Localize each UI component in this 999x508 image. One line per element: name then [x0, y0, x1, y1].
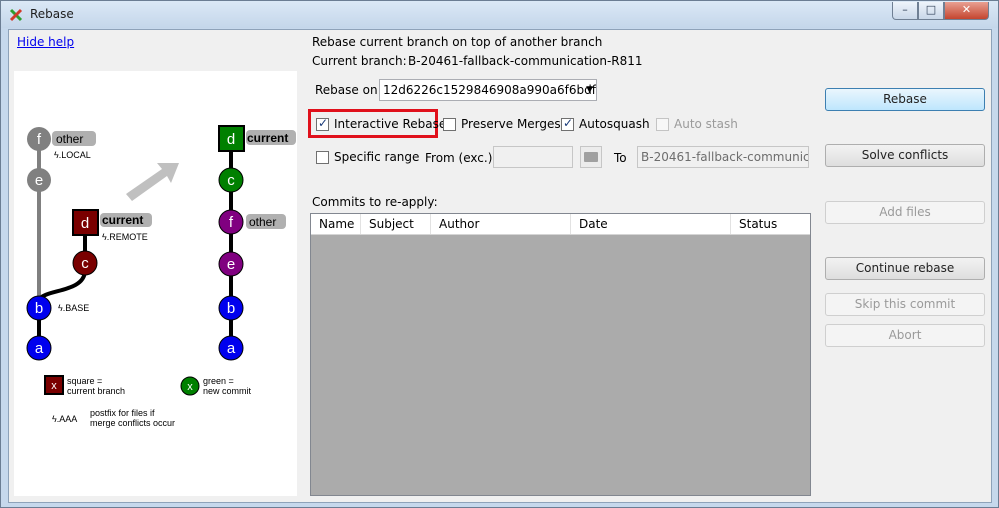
auto-stash-label[interactable]: Auto stash	[674, 117, 738, 131]
current-branch-value: B-20461-fallback-communication-R811	[408, 54, 643, 68]
close-button[interactable]: ✕	[944, 2, 989, 20]
tag-remote: ϟ.REMOTE	[102, 232, 148, 242]
legend-square-text-2: current branch	[67, 386, 125, 396]
git-extensions-icon	[9, 8, 23, 22]
rebased-label-b: b	[227, 300, 235, 317]
hide-help-link[interactable]: Hide help	[17, 35, 74, 49]
rebase-on-label: Rebase on	[315, 83, 378, 97]
tag-current-right: current	[247, 131, 288, 145]
column-header-status[interactable]: Status	[731, 214, 810, 234]
legend-green-x: x	[187, 381, 193, 393]
tag-base: ϟ.BASE	[58, 303, 89, 313]
skip-commit-button[interactable]: Skip this commit	[825, 293, 985, 316]
rebase-button[interactable]: Rebase	[825, 88, 985, 111]
commit-label-e: e	[35, 172, 43, 189]
rebased-label-d: d	[227, 131, 235, 148]
arrow-icon	[126, 163, 179, 201]
legend-postfix-text-2: merge conflicts occur	[90, 418, 175, 428]
solve-conflicts-button[interactable]: Solve conflicts	[825, 144, 985, 167]
auto-stash-checkbox[interactable]	[656, 118, 669, 131]
dialog-heading: Rebase current branch on top of another …	[312, 35, 603, 49]
dialog-body: Hide help f other ϟ.LOCAL e d current ϟ.…	[8, 29, 992, 503]
tag-current-left: current	[102, 213, 143, 227]
continue-rebase-button[interactable]: Continue rebase	[825, 257, 985, 280]
browse-icon	[584, 152, 598, 162]
rebase-diagram: f other ϟ.LOCAL e d current ϟ.REMOTE c b…	[26, 125, 296, 428]
commits-label: Commits to re-apply:	[312, 195, 438, 209]
current-branch-label: Current branch:	[312, 54, 407, 68]
interactive-rebase-label[interactable]: Interactive Rebase	[334, 117, 446, 131]
rebase-window: Rebase – □ ✕ Hide help f other ϟ.LOCAL e	[0, 0, 999, 508]
from-input[interactable]	[493, 146, 573, 168]
window-title: Rebase	[30, 7, 74, 21]
add-files-button[interactable]: Add files	[825, 201, 985, 224]
autosquash-checkbox[interactable]	[561, 116, 574, 131]
legend-postfix-text-1: postfix for files if	[90, 408, 155, 418]
rebased-label-a: a	[227, 340, 236, 357]
rebased-label-e: e	[227, 256, 235, 273]
rebase-on-value: 12d6226c1529846908a990a6f6bdf4c25	[383, 83, 596, 97]
browse-commit-button[interactable]	[580, 146, 602, 168]
tag-local: ϟ.LOCAL	[54, 150, 91, 160]
abort-button[interactable]: Abort	[825, 324, 985, 347]
preserve-merges-label[interactable]: Preserve Merges	[461, 117, 561, 131]
legend-square-x: x	[51, 380, 57, 392]
to-label: To	[614, 151, 627, 165]
autosquash-label[interactable]: Autosquash	[579, 117, 650, 131]
commit-label-c: c	[81, 255, 89, 272]
maximize-button[interactable]: □	[918, 2, 944, 20]
chevron-down-icon[interactable]: ▼	[586, 80, 593, 100]
specific-range-label[interactable]: Specific range	[334, 150, 419, 164]
commit-label-b: b	[35, 300, 43, 317]
column-header-name[interactable]: Name	[311, 214, 361, 234]
legend-green-text-2: new commit	[203, 386, 252, 396]
preserve-merges-checkbox[interactable]	[443, 118, 456, 131]
tag-other: other	[56, 132, 83, 146]
legend-green-text-1: green =	[203, 376, 234, 386]
minimize-button[interactable]: –	[892, 2, 918, 20]
column-header-subject[interactable]: Subject	[361, 214, 431, 234]
to-input[interactable]: B-20461-fallback-communicat	[637, 146, 809, 168]
interactive-rebase-checkbox[interactable]	[316, 116, 329, 131]
legend-square-text-1: square =	[67, 376, 102, 386]
from-label: From (exc.)	[425, 151, 493, 165]
commits-grid[interactable]: Name Subject Author Date Status	[310, 213, 811, 496]
commit-label-a: a	[35, 340, 44, 357]
column-header-date[interactable]: Date	[571, 214, 731, 234]
merge-curve	[37, 270, 87, 302]
commit-label-d: d	[81, 215, 89, 232]
legend-postfix-tag: ϟ.AAA	[52, 414, 77, 424]
help-diagram-panel: f other ϟ.LOCAL e d current ϟ.REMOTE c b…	[14, 71, 297, 496]
commits-grid-header: Name Subject Author Date Status	[311, 214, 810, 235]
rebase-on-dropdown[interactable]: 12d6226c1529846908a990a6f6bdf4c25 ▼	[379, 79, 597, 101]
rebased-label-c: c	[227, 172, 235, 189]
column-header-author[interactable]: Author	[431, 214, 571, 234]
specific-range-checkbox[interactable]	[316, 151, 329, 164]
title-bar[interactable]: Rebase – □ ✕	[1, 1, 998, 28]
tag-other-right: other	[249, 215, 276, 229]
